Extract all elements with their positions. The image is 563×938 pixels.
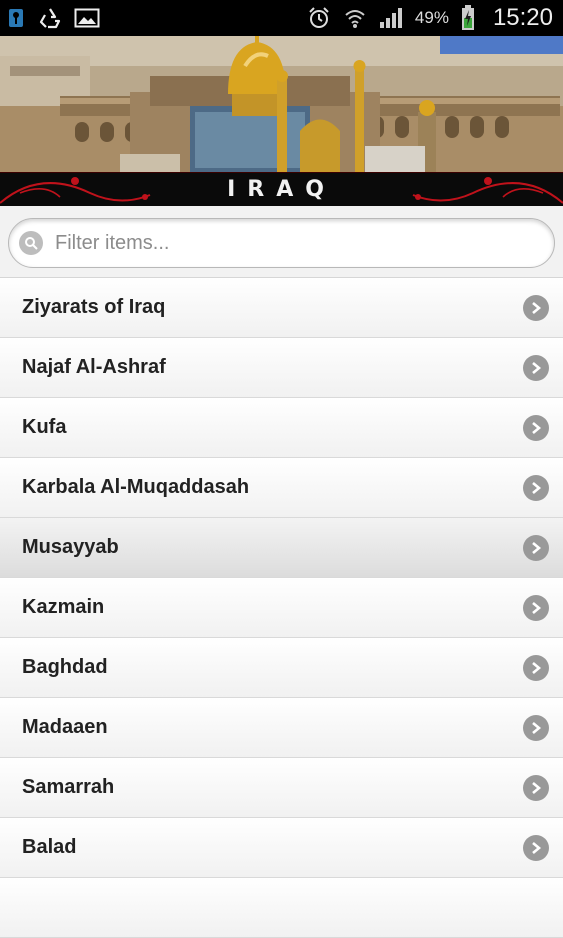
shrine-illustration [0, 36, 563, 172]
list-item-ziyarats-of-iraq[interactable]: Ziyarats of Iraq [0, 278, 563, 338]
chevron-right-icon [523, 834, 549, 861]
title-banner: IRAQ [0, 172, 563, 207]
list-item-label: Kazmain [22, 596, 105, 618]
list-item-musayyab[interactable]: Musayyab [0, 518, 563, 578]
list-item-baghdad[interactable]: Baghdad [0, 638, 563, 698]
list-item-label: Karbala Al-Muqaddasah [22, 476, 250, 498]
battery-charging-icon [461, 5, 475, 31]
search-bar [0, 206, 563, 278]
chevron-right-icon [523, 294, 549, 321]
chevron-right-icon [523, 414, 549, 441]
page-title: IRAQ [227, 177, 336, 202]
list-item-madaaen[interactable]: Madaaen [0, 698, 563, 758]
chevron-right-icon [523, 654, 549, 681]
list-item-balad[interactable]: Balad [0, 818, 563, 878]
list-item-label: Ziyarats of Iraq [22, 296, 166, 318]
list-item-najaf-al-ashraf[interactable]: Najaf Al-Ashraf [0, 338, 563, 398]
chevron-right-icon [523, 534, 549, 561]
image-icon [74, 7, 100, 29]
list-item-karbala[interactable]: Karbala Al-Muqaddasah [0, 458, 563, 518]
header-banner-image [0, 36, 563, 172]
chevron-right-icon [523, 474, 549, 501]
list-item-label: Baghdad [22, 656, 108, 678]
recycle-icon [38, 7, 62, 29]
list-item-label: Kufa [22, 416, 67, 438]
status-bar: 49% 15:20 [0, 0, 563, 36]
signal-bars-icon [379, 7, 403, 29]
list-item-kufa[interactable]: Kufa [0, 398, 563, 458]
chevron-right-icon [523, 354, 549, 381]
status-bar-left [6, 7, 100, 29]
list-item-label: Musayyab [22, 536, 119, 558]
chevron-right-icon [523, 594, 549, 621]
list-item-kazmain[interactable]: Kazmain [0, 578, 563, 638]
list-item-label: Balad [22, 836, 77, 858]
alarm-icon [307, 6, 331, 30]
chevron-right-icon [523, 774, 549, 801]
search-icon [19, 231, 43, 255]
list-item-label: Samarrah [22, 776, 115, 798]
filter-input[interactable] [53, 230, 527, 256]
wifi-icon [343, 6, 367, 30]
chevron-right-icon [523, 714, 549, 741]
status-bar-right: 49% 15:20 [307, 4, 553, 32]
list-item-label: Najaf Al-Ashraf [22, 356, 166, 378]
list-item-partial[interactable] [0, 878, 563, 938]
search-box[interactable] [8, 218, 555, 268]
signal-key-icon [6, 7, 26, 29]
battery-percent: 49% [414, 8, 449, 27]
location-list: Ziyarats of Iraq Najaf Al-Ashraf Kufa Ka… [0, 278, 563, 938]
list-item-samarrah[interactable]: Samarrah [0, 758, 563, 818]
clock: 15:20 [492, 4, 553, 31]
list-item-label: Madaaen [22, 716, 108, 738]
